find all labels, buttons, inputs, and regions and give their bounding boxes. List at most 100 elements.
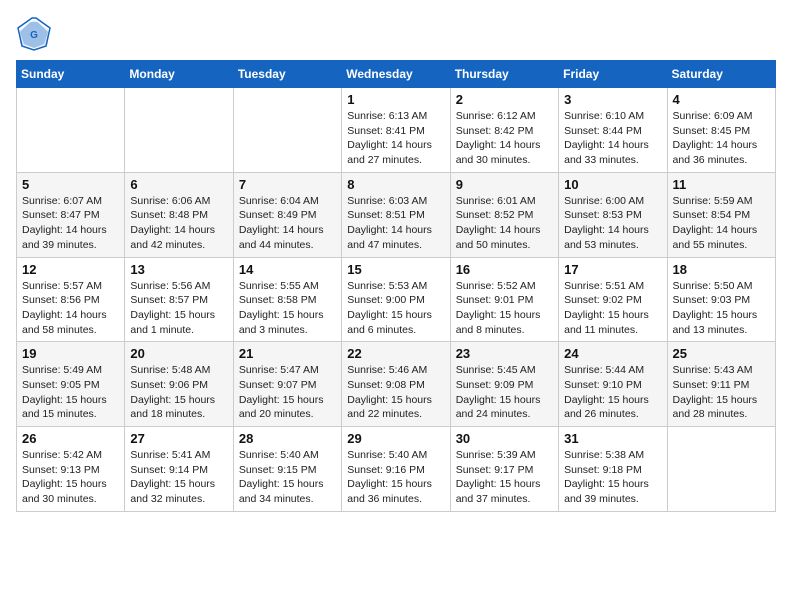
day-number: 20 — [130, 346, 227, 361]
calendar-cell: 4 Sunrise: 6:09 AM Sunset: 8:45 PM Daylig… — [667, 88, 775, 173]
calendar-cell — [125, 88, 233, 173]
day-number: 27 — [130, 431, 227, 446]
calendar-cell: 16 Sunrise: 5:52 AM Sunset: 9:01 PM Dayli… — [450, 257, 558, 342]
day-number: 7 — [239, 177, 336, 192]
day-info: Sunrise: 5:39 AM Sunset: 9:17 PM Dayligh… — [456, 448, 553, 507]
calendar-cell: 6 Sunrise: 6:06 AM Sunset: 8:48 PM Daylig… — [125, 172, 233, 257]
calendar-cell: 1Sunrise: 6:13 AM Sunset: 8:41 PM Daylig… — [342, 88, 450, 173]
weekday-header-friday: Friday — [559, 61, 667, 88]
day-info: Sunrise: 6:10 AM Sunset: 8:44 PM Dayligh… — [564, 109, 661, 168]
day-number: 9 — [456, 177, 553, 192]
calendar-cell: 31 Sunrise: 5:38 AM Sunset: 9:18 PM Dayli… — [559, 427, 667, 512]
day-number: 10 — [564, 177, 661, 192]
day-number: 17 — [564, 262, 661, 277]
day-number: 14 — [239, 262, 336, 277]
day-number: 16 — [456, 262, 553, 277]
calendar-cell: 19Sunrise: 5:49 AM Sunset: 9:05 PM Dayli… — [17, 342, 125, 427]
calendar-week-row: 12 Sunrise: 5:57 AM Sunset: 8:56 PM Dayli… — [17, 257, 776, 342]
day-info: Sunrise: 5:42 AM Sunset: 9:13 PM Dayligh… — [22, 448, 119, 507]
calendar-cell: 21 Sunrise: 5:47 AM Sunset: 9:07 PM Dayli… — [233, 342, 341, 427]
calendar-cell: 15Sunrise: 5:53 AM Sunset: 9:00 PM Dayli… — [342, 257, 450, 342]
weekday-header-thursday: Thursday — [450, 61, 558, 88]
calendar-cell: 9Sunrise: 6:01 AM Sunset: 8:52 PM Daylig… — [450, 172, 558, 257]
calendar-cell: 29Sunrise: 5:40 AM Sunset: 9:16 PM Dayli… — [342, 427, 450, 512]
calendar-cell: 12 Sunrise: 5:57 AM Sunset: 8:56 PM Dayli… — [17, 257, 125, 342]
calendar-table: SundayMondayTuesdayWednesdayThursdayFrid… — [16, 60, 776, 512]
day-info: Sunrise: 5:59 AM Sunset: 8:54 PM Dayligh… — [673, 194, 770, 253]
calendar-cell: 22 Sunrise: 5:46 AM Sunset: 9:08 PM Dayli… — [342, 342, 450, 427]
day-info: Sunrise: 5:52 AM Sunset: 9:01 PM Dayligh… — [456, 279, 553, 338]
weekday-header-saturday: Saturday — [667, 61, 775, 88]
day-info: Sunrise: 5:38 AM Sunset: 9:18 PM Dayligh… — [564, 448, 661, 507]
day-info: Sunrise: 5:46 AM Sunset: 9:08 PM Dayligh… — [347, 363, 444, 422]
day-number: 26 — [22, 431, 119, 446]
day-info: Sunrise: 5:44 AM Sunset: 9:10 PM Dayligh… — [564, 363, 661, 422]
day-number: 4 — [673, 92, 770, 107]
day-info: Sunrise: 5:45 AM Sunset: 9:09 PM Dayligh… — [456, 363, 553, 422]
logo-icon: G — [16, 16, 52, 52]
page-header: G — [16, 16, 776, 52]
calendar-cell — [667, 427, 775, 512]
day-info: Sunrise: 6:12 AM Sunset: 8:42 PM Dayligh… — [456, 109, 553, 168]
calendar-cell: 5Sunrise: 6:07 AM Sunset: 8:47 PM Daylig… — [17, 172, 125, 257]
day-number: 2 — [456, 92, 553, 107]
weekday-header-tuesday: Tuesday — [233, 61, 341, 88]
day-info: Sunrise: 5:47 AM Sunset: 9:07 PM Dayligh… — [239, 363, 336, 422]
calendar-cell: 18Sunrise: 5:50 AM Sunset: 9:03 PM Dayli… — [667, 257, 775, 342]
day-number: 21 — [239, 346, 336, 361]
calendar-header-row: SundayMondayTuesdayWednesdayThursdayFrid… — [17, 61, 776, 88]
day-info: Sunrise: 6:09 AM Sunset: 8:45 PM Dayligh… — [673, 109, 770, 168]
calendar-week-row: 26 Sunrise: 5:42 AM Sunset: 9:13 PM Dayli… — [17, 427, 776, 512]
calendar-cell: 17 Sunrise: 5:51 AM Sunset: 9:02 PM Dayli… — [559, 257, 667, 342]
calendar-cell: 10Sunrise: 6:00 AM Sunset: 8:53 PM Dayli… — [559, 172, 667, 257]
calendar-cell: 26 Sunrise: 5:42 AM Sunset: 9:13 PM Dayli… — [17, 427, 125, 512]
day-info: Sunrise: 5:48 AM Sunset: 9:06 PM Dayligh… — [130, 363, 227, 422]
day-info: Sunrise: 6:13 AM Sunset: 8:41 PM Dayligh… — [347, 109, 444, 168]
calendar-week-row: 5Sunrise: 6:07 AM Sunset: 8:47 PM Daylig… — [17, 172, 776, 257]
day-number: 22 — [347, 346, 444, 361]
day-number: 29 — [347, 431, 444, 446]
calendar-cell: 28 Sunrise: 5:40 AM Sunset: 9:15 PM Dayli… — [233, 427, 341, 512]
calendar-cell: 30 Sunrise: 5:39 AM Sunset: 9:17 PM Dayli… — [450, 427, 558, 512]
calendar-cell: 8 Sunrise: 6:03 AM Sunset: 8:51 PM Daylig… — [342, 172, 450, 257]
calendar-cell: 23 Sunrise: 5:45 AM Sunset: 9:09 PM Dayli… — [450, 342, 558, 427]
calendar-cell: 14 Sunrise: 5:55 AM Sunset: 8:58 PM Dayli… — [233, 257, 341, 342]
weekday-header-monday: Monday — [125, 61, 233, 88]
day-number: 24 — [564, 346, 661, 361]
day-info: Sunrise: 5:43 AM Sunset: 9:11 PM Dayligh… — [673, 363, 770, 422]
day-number: 11 — [673, 177, 770, 192]
day-number: 13 — [130, 262, 227, 277]
day-info: Sunrise: 5:51 AM Sunset: 9:02 PM Dayligh… — [564, 279, 661, 338]
calendar-cell — [233, 88, 341, 173]
calendar-cell: 27 Sunrise: 5:41 AM Sunset: 9:14 PM Dayli… — [125, 427, 233, 512]
day-number: 23 — [456, 346, 553, 361]
day-info: Sunrise: 5:40 AM Sunset: 9:15 PM Dayligh… — [239, 448, 336, 507]
day-number: 6 — [130, 177, 227, 192]
calendar-cell: 25Sunrise: 5:43 AM Sunset: 9:11 PM Dayli… — [667, 342, 775, 427]
calendar-week-row: 19Sunrise: 5:49 AM Sunset: 9:05 PM Dayli… — [17, 342, 776, 427]
day-number: 28 — [239, 431, 336, 446]
calendar-cell: 7 Sunrise: 6:04 AM Sunset: 8:49 PM Daylig… — [233, 172, 341, 257]
svg-text:G: G — [30, 30, 38, 41]
day-number: 12 — [22, 262, 119, 277]
day-number: 8 — [347, 177, 444, 192]
day-info: Sunrise: 5:57 AM Sunset: 8:56 PM Dayligh… — [22, 279, 119, 338]
calendar-week-row: 1Sunrise: 6:13 AM Sunset: 8:41 PM Daylig… — [17, 88, 776, 173]
day-info: Sunrise: 6:03 AM Sunset: 8:51 PM Dayligh… — [347, 194, 444, 253]
day-info: Sunrise: 6:04 AM Sunset: 8:49 PM Dayligh… — [239, 194, 336, 253]
day-info: Sunrise: 5:53 AM Sunset: 9:00 PM Dayligh… — [347, 279, 444, 338]
calendar-cell — [17, 88, 125, 173]
day-number: 18 — [673, 262, 770, 277]
calendar-cell: 3 Sunrise: 6:10 AM Sunset: 8:44 PM Daylig… — [559, 88, 667, 173]
day-info: Sunrise: 5:41 AM Sunset: 9:14 PM Dayligh… — [130, 448, 227, 507]
calendar-cell: 13Sunrise: 5:56 AM Sunset: 8:57 PM Dayli… — [125, 257, 233, 342]
day-number: 31 — [564, 431, 661, 446]
day-number: 3 — [564, 92, 661, 107]
calendar-cell: 11 Sunrise: 5:59 AM Sunset: 8:54 PM Dayli… — [667, 172, 775, 257]
weekday-header-wednesday: Wednesday — [342, 61, 450, 88]
day-number: 30 — [456, 431, 553, 446]
day-info: Sunrise: 6:06 AM Sunset: 8:48 PM Dayligh… — [130, 194, 227, 253]
day-info: Sunrise: 5:55 AM Sunset: 8:58 PM Dayligh… — [239, 279, 336, 338]
weekday-header-sunday: Sunday — [17, 61, 125, 88]
logo: G — [16, 16, 58, 52]
